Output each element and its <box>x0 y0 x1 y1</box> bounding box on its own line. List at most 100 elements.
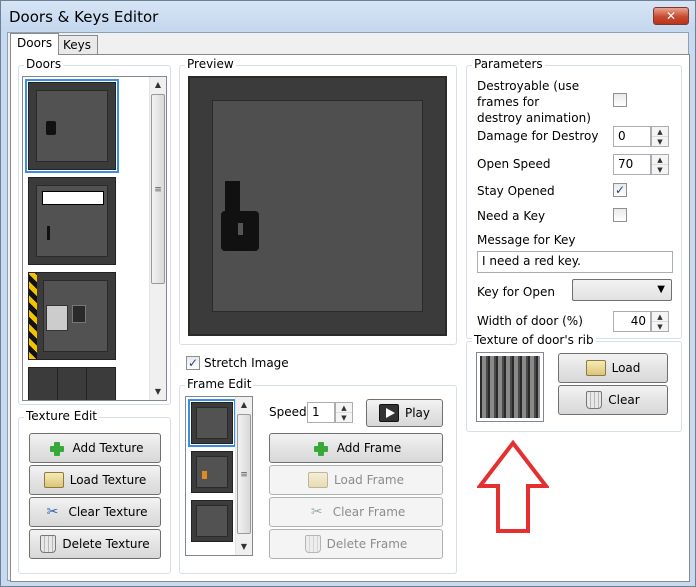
folder-icon <box>308 472 328 488</box>
rib-load-button[interactable]: Load <box>558 353 668 383</box>
rib-clear-label: Clear <box>608 393 640 407</box>
load-texture-button[interactable]: Load Texture <box>29 465 161 495</box>
preview-label: Preview <box>185 57 236 71</box>
tab-doors[interactable]: Doors <box>10 33 60 55</box>
frame-thumbnail-3[interactable] <box>191 500 233 542</box>
clear-texture-label: Clear Texture <box>68 505 148 519</box>
damage-label: Damage for Destroy <box>477 129 599 143</box>
stay-opened-label: Stay Opened <box>477 184 555 198</box>
spin-down-icon[interactable]: ▼ <box>652 137 668 147</box>
trash-icon <box>304 535 321 553</box>
message-label: Message for Key <box>477 233 576 247</box>
speed-input[interactable]: 1 <box>307 402 335 423</box>
door-preview-image <box>188 76 447 336</box>
spin-down-icon[interactable]: ▼ <box>652 165 668 175</box>
destroyable-label: Destroyable (use frames for destroy animat… <box>477 79 591 125</box>
door-thumbnail-2[interactable] <box>28 177 116 265</box>
stay-opened-checkbox[interactable]: ✓ <box>613 183 627 197</box>
doors-group-label: Doors <box>24 57 64 71</box>
window-title: Doors & Keys Editor <box>9 8 159 26</box>
close-button[interactable]: ✕ <box>653 7 689 25</box>
delete-frame-button[interactable]: Delete Frame <box>269 529 443 559</box>
close-icon: ✕ <box>665 9 677 23</box>
speed-stepper[interactable]: ▲ ▼ <box>335 402 353 423</box>
frame-edit-label: Frame Edit <box>185 377 254 391</box>
frames-list[interactable]: ▲ ≡ ▼ <box>185 396 253 556</box>
width-of-door-input[interactable]: 40 <box>613 311 651 332</box>
clear-texture-button[interactable]: ✂ Clear Texture <box>29 497 161 527</box>
scroll-up-arrow-icon[interactable]: ▲ <box>150 77 166 93</box>
frames-list-scrollbar[interactable]: ▲ ≡ ▼ <box>235 397 252 555</box>
stretch-image-label: Stretch Image <box>204 356 289 370</box>
destroyable-checkbox[interactable] <box>613 93 627 107</box>
scroll-up-arrow-icon[interactable]: ▲ <box>236 397 252 413</box>
checkmark-icon[interactable]: ✓ <box>186 356 200 370</box>
load-frame-label: Load Frame <box>334 473 404 487</box>
width-of-door-label: Width of door (%) <box>477 314 583 328</box>
scissors-icon: ✂ <box>310 504 323 520</box>
door-thumbnail-1[interactable] <box>25 79 119 173</box>
doors-list-scrollbar[interactable]: ▲ ≡ ▼ <box>149 77 166 400</box>
rib-load-label: Load <box>611 361 641 375</box>
rib-texture-preview <box>476 352 544 422</box>
load-texture-label: Load Texture <box>69 473 147 487</box>
spin-up-icon[interactable]: ▲ <box>652 312 668 322</box>
parameters-group: Parameters Destroyable (use frames for des… <box>466 57 682 339</box>
plus-icon <box>47 440 67 456</box>
doors-group: Doors ▲ ≡ ▼ <box>18 57 171 405</box>
clear-frame-button[interactable]: ✂ Clear Frame <box>269 497 443 527</box>
doors-list[interactable]: ▲ ≡ ▼ <box>22 76 167 401</box>
rib-clear-button[interactable]: Clear <box>558 385 668 415</box>
editor-window: Doors & Keys Editor ✕ Doors Keys Doors ▲… <box>0 0 696 587</box>
spin-down-icon[interactable]: ▼ <box>336 413 352 423</box>
spin-up-icon[interactable]: ▲ <box>652 127 668 137</box>
add-texture-label: Add Texture <box>72 441 144 455</box>
texture-edit-label: Texture Edit <box>24 409 99 423</box>
doors-scroll-thumb[interactable]: ≡ <box>151 94 165 284</box>
key-for-open-label: Key for Open <box>477 285 555 299</box>
delete-frame-label: Delete Frame <box>326 537 408 551</box>
stretch-image-checkbox[interactable]: ✓ Stretch Image <box>186 356 289 370</box>
open-speed-stepper[interactable]: ▲ ▼ <box>651 154 669 175</box>
trash-icon <box>40 535 57 553</box>
door-thumbnail-3[interactable] <box>28 272 116 360</box>
frame-thumbnail-2[interactable] <box>191 451 233 493</box>
spin-down-icon[interactable]: ▼ <box>652 322 668 332</box>
key-for-open-select[interactable]: ▼ <box>572 279 672 301</box>
client-area: Doors Keys Doors ▲ ≡ ▼ Texture Edit Add … <box>7 32 690 582</box>
spin-up-icon[interactable]: ▲ <box>652 155 668 165</box>
frame-thumbnail-1[interactable] <box>188 399 236 447</box>
message-input[interactable]: I need a red key. <box>477 251 673 273</box>
scroll-down-arrow-icon[interactable]: ▼ <box>236 539 252 555</box>
up-arrow-annotation-icon <box>477 440 549 533</box>
open-speed-input[interactable]: 70 <box>613 154 651 175</box>
doors-tab-panel: Doors ▲ ≡ ▼ Texture Edit Add Texture Loa… <box>10 54 690 582</box>
scissors-icon: ✂ <box>46 504 59 520</box>
need-key-checkbox[interactable] <box>613 208 627 222</box>
frames-scroll-thumb[interactable]: ≡ <box>237 414 251 534</box>
damage-stepper[interactable]: ▲ ▼ <box>651 126 669 147</box>
play-button[interactable]: Play <box>366 399 443 427</box>
open-speed-label: Open Speed <box>477 157 551 171</box>
load-frame-button[interactable]: Load Frame <box>269 465 443 495</box>
plus-icon <box>311 440 331 456</box>
speed-label: Speed <box>269 405 307 419</box>
scroll-down-arrow-icon[interactable]: ▼ <box>150 384 166 400</box>
rib-texture-group: Texture of door's rib Load Clear <box>466 333 682 432</box>
folder-icon <box>585 360 606 376</box>
chevron-down-icon: ▼ <box>657 284 665 295</box>
damage-input[interactable]: 0 <box>613 126 651 147</box>
tab-keys[interactable]: Keys <box>56 35 99 55</box>
trash-icon <box>586 391 603 409</box>
title-bar: Doors & Keys Editor ✕ <box>1 1 695 31</box>
add-texture-button[interactable]: Add Texture <box>29 433 161 463</box>
door-thumbnail-4[interactable] <box>28 367 116 400</box>
play-label: Play <box>404 406 431 420</box>
add-frame-button[interactable]: Add Frame <box>269 433 443 463</box>
folder-icon <box>43 472 64 488</box>
spin-up-icon[interactable]: ▲ <box>336 403 352 413</box>
delete-texture-button[interactable]: Delete Texture <box>29 529 161 559</box>
width-of-door-stepper[interactable]: ▲ ▼ <box>651 311 669 332</box>
frame-edit-group: Frame Edit ▲ ≡ ▼ Speed 1 ▲ ▼ Play Add Fra… <box>179 377 457 574</box>
rib-texture-label: Texture of door's rib <box>472 333 596 347</box>
